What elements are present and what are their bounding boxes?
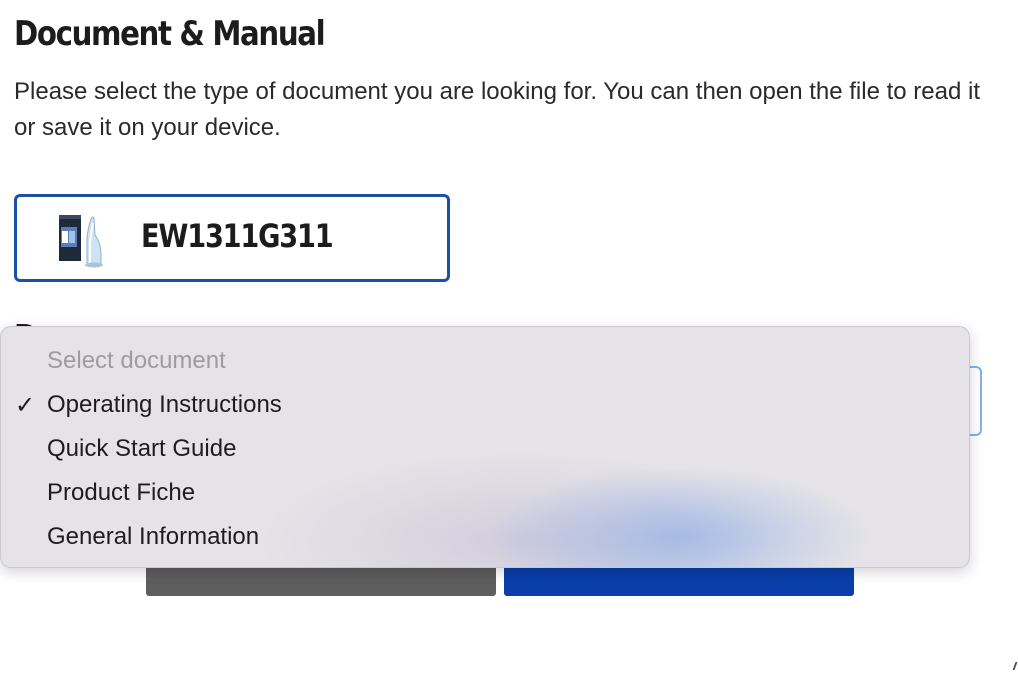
dropdown-option-quick-start-guide[interactable]: Quick Start Guide: [1, 427, 969, 471]
page: Document & Manual Please select the type…: [0, 0, 1018, 674]
option-label: Select document: [47, 347, 226, 374]
dropdown-option-placeholder: Select document: [1, 339, 969, 383]
option-label: General Information: [47, 523, 260, 550]
checkmark-icon: ✓: [15, 391, 36, 419]
resize-grip-icon: [1012, 662, 1018, 670]
dropdown-option-operating-instructions[interactable]: ✓ Operating Instructions: [1, 383, 969, 427]
product-model-name: EW1311G311: [141, 217, 334, 255]
dropdown-option-general-information[interactable]: General Information: [1, 515, 969, 559]
page-title: Document & Manual: [14, 14, 326, 54]
intro-text: Please select the type of document you a…: [14, 78, 980, 141]
option-label: Product Fiche: [47, 479, 196, 506]
product-image-icon: [59, 215, 103, 268]
product-card[interactable]: EW1311G311: [14, 194, 450, 282]
document-select-dropdown[interactable]: Select document ✓ Operating Instructions…: [0, 326, 970, 568]
dropdown-option-product-fiche[interactable]: Product Fiche: [1, 471, 969, 515]
option-label: Operating Instructions: [47, 391, 282, 418]
option-label: Quick Start Guide: [47, 435, 237, 462]
